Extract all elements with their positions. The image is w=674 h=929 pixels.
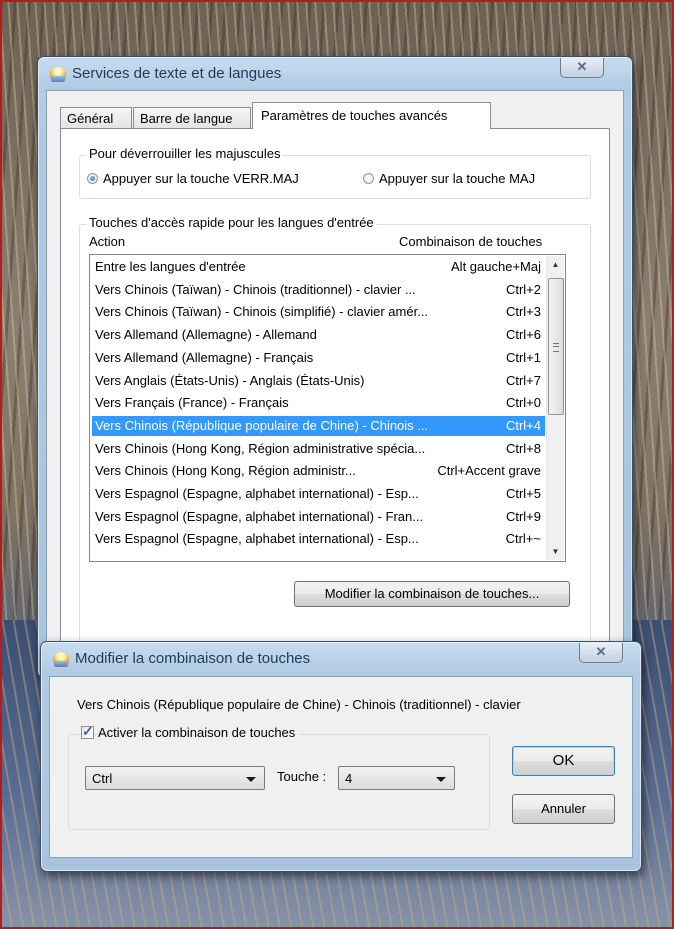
scroll-down-arrow-icon[interactable]: ▼ <box>547 543 564 560</box>
hotkeys-group-legend: Touches d'accès rapide pour les langues … <box>87 215 376 230</box>
chevron-down-icon <box>436 777 446 782</box>
hotkey-action: Vers Chinois (Hong Kong, Région administ… <box>95 463 356 479</box>
advanced-key-settings-panel: Pour déverrouiller les majuscules Appuye… <box>60 128 610 676</box>
enable-hotkey-label[interactable]: Activer la combinaison de touches <box>98 725 299 740</box>
scroll-up-arrow-icon[interactable]: ▲ <box>547 256 564 273</box>
hotkey-combination: Ctrl+9 <box>505 508 541 524</box>
hotkey-combination: Ctrl+5 <box>505 486 541 501</box>
hotkey-list[interactable]: Entre les langues d'entrée Alt gauche+Maj… <box>89 254 566 562</box>
sub-close-button[interactable]: ✕ <box>579 643 623 663</box>
list-item[interactable]: Vers Espagnol (Espagne, alphabet interna… <box>92 529 545 549</box>
hotkey-action: Vers Chinois (Hong Kong, Région administ… <box>95 440 426 456</box>
hotkey-combination: Ctrl+4 <box>505 417 541 433</box>
ok-button[interactable]: OK <box>512 746 615 776</box>
list-item[interactable]: Vers Espagnol (Espagne, alphabet interna… <box>92 484 545 504</box>
radio-caps-lock-key[interactable]: Appuyer sur la touche VERR.MAJ <box>87 171 299 186</box>
hotkey-action: Vers Espagnol (Espagne, alphabet interna… <box>95 486 419 501</box>
column-header-action: Action <box>89 234 126 249</box>
radio-selected-indicator <box>87 173 98 184</box>
list-item[interactable]: Vers Chinois (Taïwan) - Chinois (simplif… <box>92 302 545 322</box>
hotkey-action: Vers Allemand (Allemagne) - Allemand <box>95 327 317 343</box>
list-item[interactable]: Vers Anglais (États-Unis) - Anglais (Éta… <box>92 371 545 391</box>
sub-window-title: Modifier la combinaison de touches <box>75 650 311 667</box>
radio-shift-label: Appuyer sur la touche MAJ <box>379 171 536 186</box>
tab-general[interactable]: Général <box>60 107 132 129</box>
hotkey-combination: Ctrl+Accent grave <box>437 463 541 479</box>
list-vertical-scrollbar[interactable]: ▲ ▼ <box>546 256 564 560</box>
hotkey-action: Vers Chinois (République populaire de Ch… <box>95 417 429 433</box>
hotkey-combination: Ctrl+1 <box>505 349 541 365</box>
change-key-sequence-dialog: Modifier la combinaison de touches ✕ Ver… <box>40 641 642 872</box>
hotkey-action: Vers Anglais (États-Unis) - Anglais (Éta… <box>95 372 365 388</box>
key-label: Touche : <box>277 769 327 784</box>
list-item[interactable]: Vers Allemand (Allemagne) - Français Ctrl… <box>92 348 545 368</box>
hotkey-action: Vers Français (France) - Français <box>95 395 289 411</box>
tab-language-bar[interactable]: Barre de langue <box>133 107 251 129</box>
hotkey-combination: Ctrl+2 <box>505 281 541 297</box>
list-item[interactable]: Vers Chinois (République populaire de Ch… <box>92 415 545 436</box>
chevron-down-icon <box>246 777 256 782</box>
modifier-key-value: Ctrl <box>92 771 113 786</box>
hotkey-combination: Ctrl+6 <box>505 327 541 343</box>
list-item[interactable]: Vers Chinois (Hong Kong, Région administ… <box>92 461 545 481</box>
title-bar[interactable]: Services de texte et de langues ✕ <box>38 57 632 89</box>
hotkey-action: Vers Chinois (Taïwan) - Chinois (traditi… <box>95 281 416 297</box>
hotkey-action: Vers Allemand (Allemagne) - Français <box>95 349 314 365</box>
list-item[interactable]: Vers Espagnol (Espagne, alphabet interna… <box>92 507 545 527</box>
language-services-icon <box>50 67 66 82</box>
radio-caps-lock-label: Appuyer sur la touche VERR.MAJ <box>103 171 299 186</box>
cancel-button[interactable]: Annuler <box>512 794 615 824</box>
hotkey-action: Vers Espagnol (Espagne, alphabet interna… <box>95 531 419 547</box>
hotkey-action: Vers Chinois (Taïwan) - Chinois (simplif… <box>95 304 429 320</box>
hotkey-combination: Ctrl+7 <box>505 372 541 388</box>
change-key-sequence-button[interactable]: Modifier la combinaison de touches... <box>294 581 570 607</box>
hotkey-action: Entre les langues d'entrée <box>95 259 246 274</box>
hotkey-combination: Ctrl+3 <box>505 304 541 320</box>
hotkey-combination: Ctrl+0 <box>505 395 541 411</box>
hotkey-combination: Alt gauche+Maj <box>451 259 541 274</box>
scroll-grip-icon <box>553 343 559 352</box>
window-title: Services de texte et de langues <box>72 65 282 82</box>
modifier-key-dropdown[interactable]: Ctrl <box>85 766 265 790</box>
language-services-icon <box>53 652 69 667</box>
radio-unselected-indicator <box>363 173 374 184</box>
close-button[interactable]: ✕ <box>560 58 604 78</box>
dialog-client-area: Général Barre de langue Paramètres de to… <box>46 90 624 682</box>
list-item[interactable]: Vers Chinois (Taïwan) - Chinois (traditi… <box>92 280 545 300</box>
tab-advanced-key-settings[interactable]: Paramètres de touches avancés <box>252 102 491 129</box>
hotkey-action: Vers Espagnol (Espagne, alphabet interna… <box>95 508 424 524</box>
list-item[interactable]: Vers Allemand (Allemagne) - Allemand Ctrl… <box>92 325 545 345</box>
sub-title-bar[interactable]: Modifier la combinaison de touches ✕ <box>41 642 641 674</box>
scroll-thumb[interactable] <box>548 278 564 415</box>
column-header-key-combination: Combinaison de touches <box>399 234 543 249</box>
text-services-dialog: Services de texte et de langues ✕ Généra… <box>37 56 633 682</box>
radio-shift-key[interactable]: Appuyer sur la touche MAJ <box>363 171 535 186</box>
list-item[interactable]: Entre les langues d'entrée Alt gauche+Maj <box>92 257 545 277</box>
list-item[interactable]: Vers Français (France) - Français Ctrl+0 <box>92 393 545 413</box>
sub-dialog-client-area: Vers Chinois (République populaire de Ch… <box>49 676 633 858</box>
hotkey-combination: Ctrl+8 <box>505 440 541 456</box>
enable-hotkey-checkbox[interactable] <box>81 723 94 740</box>
list-item[interactable]: Vers Chinois (Hong Kong, Région administ… <box>92 439 545 459</box>
caps-lock-group-legend: Pour déverrouiller les majuscules <box>87 146 283 161</box>
hotkey-combination: Ctrl+~ <box>505 531 541 547</box>
key-value: 4 <box>345 771 353 786</box>
hotkey-description: Vers Chinois (République populaire de Ch… <box>77 697 521 712</box>
key-dropdown[interactable]: 4 <box>338 766 455 790</box>
